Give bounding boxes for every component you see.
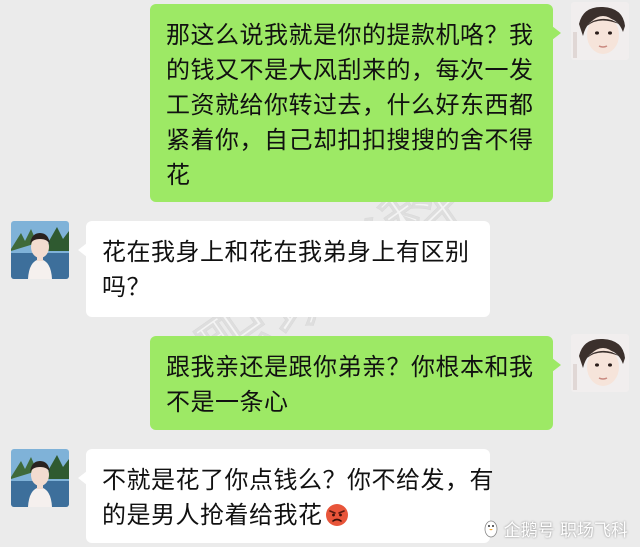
message-bubble-received[interactable]: 花在我身上和花在我弟身上有区别 吗？ (78, 221, 490, 317)
message-line: 那这么说我就是你的提款机咯？我 (166, 21, 534, 49)
message-bubble-sent[interactable]: 那这么说我就是你的提款机咯？我 的钱又不是大风刮来的，每次一发 工资就给你转过去… (150, 4, 561, 202)
message-line: 不是一条心 (166, 388, 289, 416)
message-line: 的是男人抢着给我花 (102, 501, 323, 529)
message-line: 花在我身上和花在我弟身上有区别 (102, 238, 470, 266)
my-avatar[interactable] (571, 334, 629, 392)
watermark-bottom-text: 企鹅号 职场飞科 (503, 521, 628, 541)
message-line-with-emoji: 的是男人抢着给我花 (102, 498, 478, 533)
message-line: 跟我亲还是跟你弟亲？你根本和我 (166, 353, 534, 381)
my-avatar[interactable] (571, 2, 629, 60)
watermark-bottom: 企鹅号 职场飞科 (483, 516, 628, 541)
message-line: 不就是花了你点钱么？你不给发，有 (102, 466, 494, 494)
message-line: 花 (166, 161, 191, 189)
contact-avatar[interactable] (11, 449, 69, 507)
contact-avatar[interactable] (11, 221, 69, 279)
penguin-icon (484, 520, 497, 537)
message-line: 吗？ (102, 273, 151, 301)
message-line: 工资就给你转过去，什么好东西都 (166, 91, 534, 119)
message-line: 的钱又不是大风刮来的，每次一发 (166, 56, 534, 84)
message-bubble-sent[interactable]: 跟我亲还是跟你弟亲？你根本和我 不是一条心 (150, 336, 561, 430)
message-line: 紧着你，自己却扣扣搜搜的舍不得 (166, 126, 534, 154)
angry-face-icon (325, 504, 348, 526)
message-bubble-received[interactable]: 不就是花了你点钱么？你不给发，有 的是男人抢着给我花 (78, 449, 494, 543)
